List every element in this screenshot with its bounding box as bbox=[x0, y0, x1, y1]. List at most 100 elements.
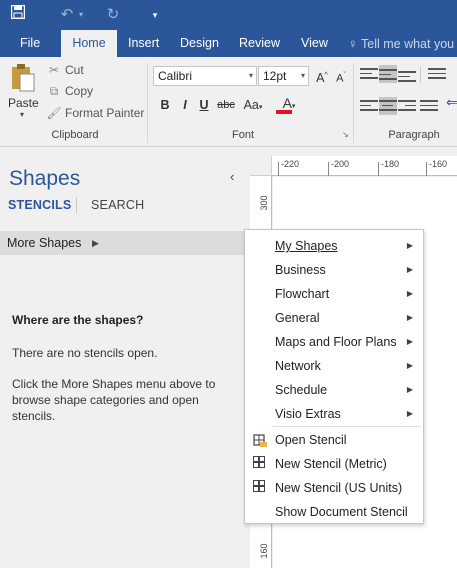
lightbulb-icon: ♀ bbox=[348, 36, 358, 51]
menu-item-general[interactable]: General ▶ bbox=[245, 306, 423, 330]
underline-button[interactable]: U bbox=[197, 95, 211, 115]
menu-item-label: Maps and Floor Plans bbox=[275, 335, 397, 349]
tab-review[interactable]: Review bbox=[235, 30, 284, 57]
undo-dropdown-icon[interactable]: ▾ bbox=[77, 5, 85, 25]
menu-item-label: Flowchart bbox=[275, 287, 330, 301]
ruler-label: -220 bbox=[281, 159, 300, 169]
group-divider bbox=[420, 67, 421, 83]
new-stencil-icon bbox=[253, 456, 267, 470]
ruler-label: 160 bbox=[259, 543, 269, 559]
font-size-select[interactable]: 12pt ▾ bbox=[258, 66, 309, 86]
bullets-icon[interactable] bbox=[428, 65, 446, 83]
ruler-tick bbox=[328, 162, 329, 176]
tab-home[interactable]: Home bbox=[61, 30, 117, 57]
menu-item-schedule[interactable]: Schedule ▶ bbox=[245, 378, 423, 402]
menu-separator bbox=[273, 426, 421, 427]
font-group-label: Font bbox=[231, 129, 254, 141]
format-painter-button[interactable]: 🖌 Format Painter bbox=[46, 103, 144, 123]
align-bottom-icon[interactable] bbox=[398, 65, 416, 83]
align-right-icon[interactable] bbox=[398, 97, 416, 115]
quick-access-toolbar: ↶ ▾ ↻ ▾ bbox=[0, 0, 457, 30]
tab-design[interactable]: Design bbox=[176, 30, 223, 57]
save-icon[interactable] bbox=[9, 4, 27, 25]
ruler-label: 300 bbox=[259, 195, 269, 211]
font-color-bar bbox=[276, 110, 292, 114]
menu-item-my-shapes[interactable]: My Shapes ▶ bbox=[245, 234, 423, 258]
ruler-label: -160 bbox=[429, 159, 448, 169]
tab-file[interactable]: File bbox=[16, 30, 44, 57]
group-divider bbox=[147, 63, 148, 143]
menu-item-label: Schedule bbox=[275, 383, 328, 397]
grow-font-button[interactable]: A^ bbox=[314, 66, 330, 86]
menu-item-show-document-stencil[interactable]: Show Document Stencil bbox=[245, 500, 423, 524]
cut-button[interactable]: ✂ Cut bbox=[46, 60, 84, 80]
menu-item-label: Business bbox=[275, 263, 326, 277]
ruler-tick bbox=[278, 162, 279, 176]
open-stencil-icon bbox=[253, 432, 267, 447]
no-stencils-text: There are no stencils open. bbox=[12, 346, 158, 360]
dialog-launcher-icon[interactable]: ↘ bbox=[342, 130, 349, 139]
menu-item-visio-extras[interactable]: Visio Extras ▶ bbox=[245, 402, 423, 426]
ribbon-tabs: File Home Insert Design Review View ♀ Te… bbox=[0, 30, 457, 57]
paste-icon bbox=[12, 64, 35, 92]
scissors-icon: ✂ bbox=[48, 63, 60, 77]
chevron-right-icon: ▶ bbox=[406, 361, 413, 370]
chevron-right-icon: ▶ bbox=[406, 385, 413, 394]
shrink-font-button[interactable]: Aˇ bbox=[333, 66, 349, 86]
align-top-icon[interactable] bbox=[360, 65, 378, 83]
align-middle-icon[interactable] bbox=[379, 65, 397, 83]
justify-icon[interactable] bbox=[420, 97, 438, 115]
ruler-tick bbox=[426, 162, 427, 176]
more-shapes-label: More Shapes bbox=[7, 236, 82, 250]
menu-item-maps-floor-plans[interactable]: Maps and Floor Plans ▶ bbox=[245, 330, 423, 354]
format-painter-label: Format Painter bbox=[65, 106, 145, 120]
change-case-button[interactable]: Aa▾ bbox=[240, 95, 266, 115]
menu-item-business[interactable]: Business ▶ bbox=[245, 258, 423, 282]
menu-item-flowchart[interactable]: Flowchart ▶ bbox=[245, 282, 423, 306]
ruler-tick bbox=[378, 162, 379, 176]
menu-item-new-stencil-metric[interactable]: New Stencil (Metric) bbox=[245, 452, 423, 476]
horizontal-ruler: -220 -200 -180 -160 bbox=[272, 156, 457, 176]
tab-view[interactable]: View bbox=[297, 30, 332, 57]
menu-item-label: New Stencil (US Units) bbox=[275, 481, 403, 495]
menu-item-new-stencil-us[interactable]: New Stencil (US Units) bbox=[245, 476, 423, 500]
chevron-right-icon: ▶ bbox=[92, 238, 99, 248]
instructions-text: Click the More Shapes menu above to brow… bbox=[12, 377, 216, 423]
redo-icon[interactable]: ↻ bbox=[104, 5, 122, 25]
grow-font-label: A bbox=[316, 71, 325, 86]
shrink-font-label: A bbox=[336, 72, 344, 85]
tab-search[interactable]: SEARCH bbox=[91, 198, 144, 212]
paste-label: Paste bbox=[8, 96, 39, 110]
undo-icon[interactable]: ↶ bbox=[58, 5, 76, 25]
decrease-indent-icon[interactable]: ⇐ bbox=[446, 94, 457, 111]
more-shapes-button[interactable]: More Shapes ▶ bbox=[0, 231, 250, 255]
italic-button[interactable]: I bbox=[178, 95, 192, 115]
copy-button[interactable]: ⧉ Copy bbox=[46, 81, 93, 101]
chevron-down-icon: ▾ bbox=[20, 110, 25, 119]
collapse-pane-icon[interactable]: ‹ bbox=[230, 169, 234, 184]
paste-button[interactable]: Paste ▾ bbox=[6, 61, 42, 121]
bold-button[interactable]: B bbox=[157, 95, 173, 115]
shapes-pane-title: Shapes bbox=[9, 167, 81, 190]
tell-me-box[interactable]: ♀ Tell me what you bbox=[344, 30, 457, 57]
menu-item-open-stencil[interactable]: Open Stencil bbox=[245, 428, 423, 452]
tab-insert[interactable]: Insert bbox=[124, 30, 163, 57]
new-stencil-icon bbox=[253, 480, 267, 494]
menu-item-label: General bbox=[275, 311, 320, 325]
chevron-right-icon: ▶ bbox=[406, 313, 413, 322]
align-center-icon[interactable] bbox=[379, 97, 397, 115]
chevron-right-icon: ▶ bbox=[406, 289, 413, 298]
align-left-icon[interactable] bbox=[360, 97, 378, 115]
tab-stencils[interactable]: STENCILS bbox=[8, 198, 71, 212]
menu-item-network[interactable]: Network ▶ bbox=[245, 354, 423, 378]
font-color-label: A bbox=[282, 95, 292, 111]
chevron-right-icon: ▶ bbox=[406, 337, 413, 346]
chevron-right-icon: ▶ bbox=[406, 409, 413, 418]
ruler-label: -200 bbox=[331, 159, 350, 169]
chevron-down-icon: ▾ bbox=[291, 103, 296, 110]
strikethrough-button[interactable]: abc bbox=[215, 95, 237, 115]
font-name-select[interactable]: Calibri ▾ bbox=[153, 66, 257, 86]
chevron-down-icon: ▾ bbox=[300, 71, 305, 80]
customize-qat-icon[interactable]: ▾ bbox=[150, 5, 160, 25]
brush-icon: 🖌 bbox=[46, 106, 62, 120]
